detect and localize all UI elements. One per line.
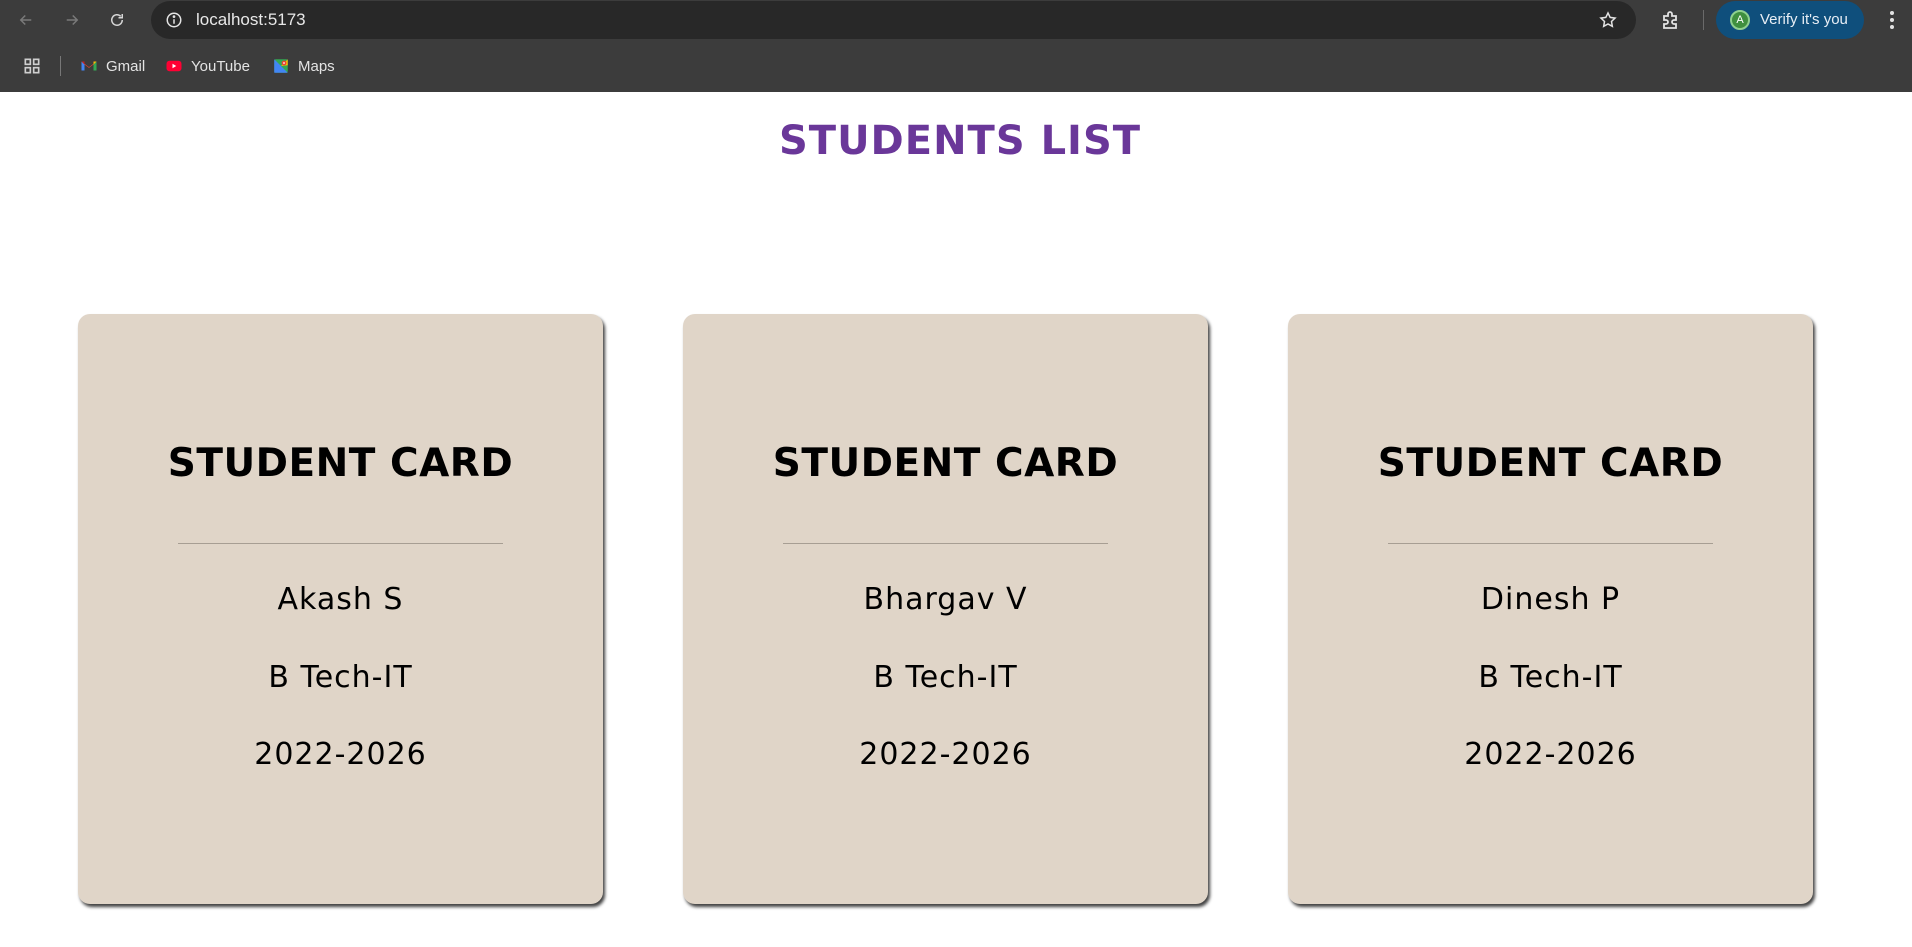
student-course: B Tech-IT — [268, 660, 413, 695]
card-divider — [178, 543, 503, 544]
student-name: Bhargav V — [863, 582, 1028, 617]
student-name: Dinesh P — [1480, 582, 1621, 617]
back-arrow-icon — [19, 14, 32, 26]
card-divider — [783, 543, 1108, 544]
bookmark-gmail[interactable]: Gmail — [80, 54, 145, 78]
apps-grid-icon[interactable] — [22, 56, 42, 76]
student-name: Akash S — [277, 582, 404, 617]
url-text[interactable]: localhost:5173 — [196, 10, 306, 30]
bookmark-star-icon[interactable] — [1598, 10, 1618, 30]
bookmark-label: Maps — [298, 57, 335, 75]
forward-button[interactable] — [58, 6, 86, 34]
card-heading: STUDENT CARD — [772, 441, 1119, 486]
browser-toolbar: localhost:5173 A Verify it's you — [0, 0, 1912, 40]
forward-arrow-icon — [66, 14, 79, 26]
toolbar-divider — [1703, 10, 1704, 30]
student-course: B Tech-IT — [873, 660, 1018, 695]
more-menu-icon[interactable] — [1880, 8, 1904, 32]
student-card: STUDENT CARD Dinesh P B Tech-IT 2022-202… — [1288, 314, 1813, 904]
page-title: STUDENTS LIST — [778, 118, 1142, 164]
back-button[interactable] — [12, 6, 40, 34]
bookmarks-divider — [60, 56, 61, 76]
card-heading: STUDENT CARD — [167, 441, 514, 486]
bookmark-label: YouTube — [191, 57, 250, 75]
student-batch: 2022-2026 — [254, 737, 427, 772]
bookmarks-bar: Gmail YouTube Maps — [0, 40, 1912, 92]
student-card: STUDENT CARD Bhargav V B Tech-IT 2022-20… — [683, 314, 1208, 904]
bookmark-youtube[interactable]: YouTube — [165, 54, 250, 78]
reload-icon — [111, 14, 123, 26]
card-divider — [1388, 543, 1713, 544]
bookmark-maps[interactable]: Maps — [272, 54, 335, 78]
avatar: A — [1730, 10, 1750, 30]
student-card: STUDENT CARD Akash S B Tech-IT 2022-2026 — [78, 314, 603, 904]
page-content: STUDENTS LIST STUDENT CARD Akash S B Tec… — [0, 92, 1912, 947]
site-info-icon[interactable] — [165, 11, 183, 29]
verify-profile-button[interactable]: A Verify it's you — [1716, 1, 1864, 39]
bookmark-label: Gmail — [106, 57, 146, 75]
gmail-icon — [81, 61, 97, 71]
maps-icon — [274, 59, 288, 73]
student-batch: 2022-2026 — [1464, 737, 1637, 772]
extensions-icon[interactable] — [1659, 8, 1683, 32]
browser-chrome: localhost:5173 A Verify it's you Gmail Y… — [0, 0, 1912, 92]
student-batch: 2022-2026 — [859, 737, 1032, 772]
youtube-icon — [166, 60, 182, 72]
verify-label: Verify it's you — [1760, 11, 1848, 28]
reload-button[interactable] — [103, 6, 131, 34]
address-bar[interactable]: localhost:5173 — [151, 1, 1636, 39]
student-course: B Tech-IT — [1478, 660, 1623, 695]
card-heading: STUDENT CARD — [1377, 441, 1724, 486]
